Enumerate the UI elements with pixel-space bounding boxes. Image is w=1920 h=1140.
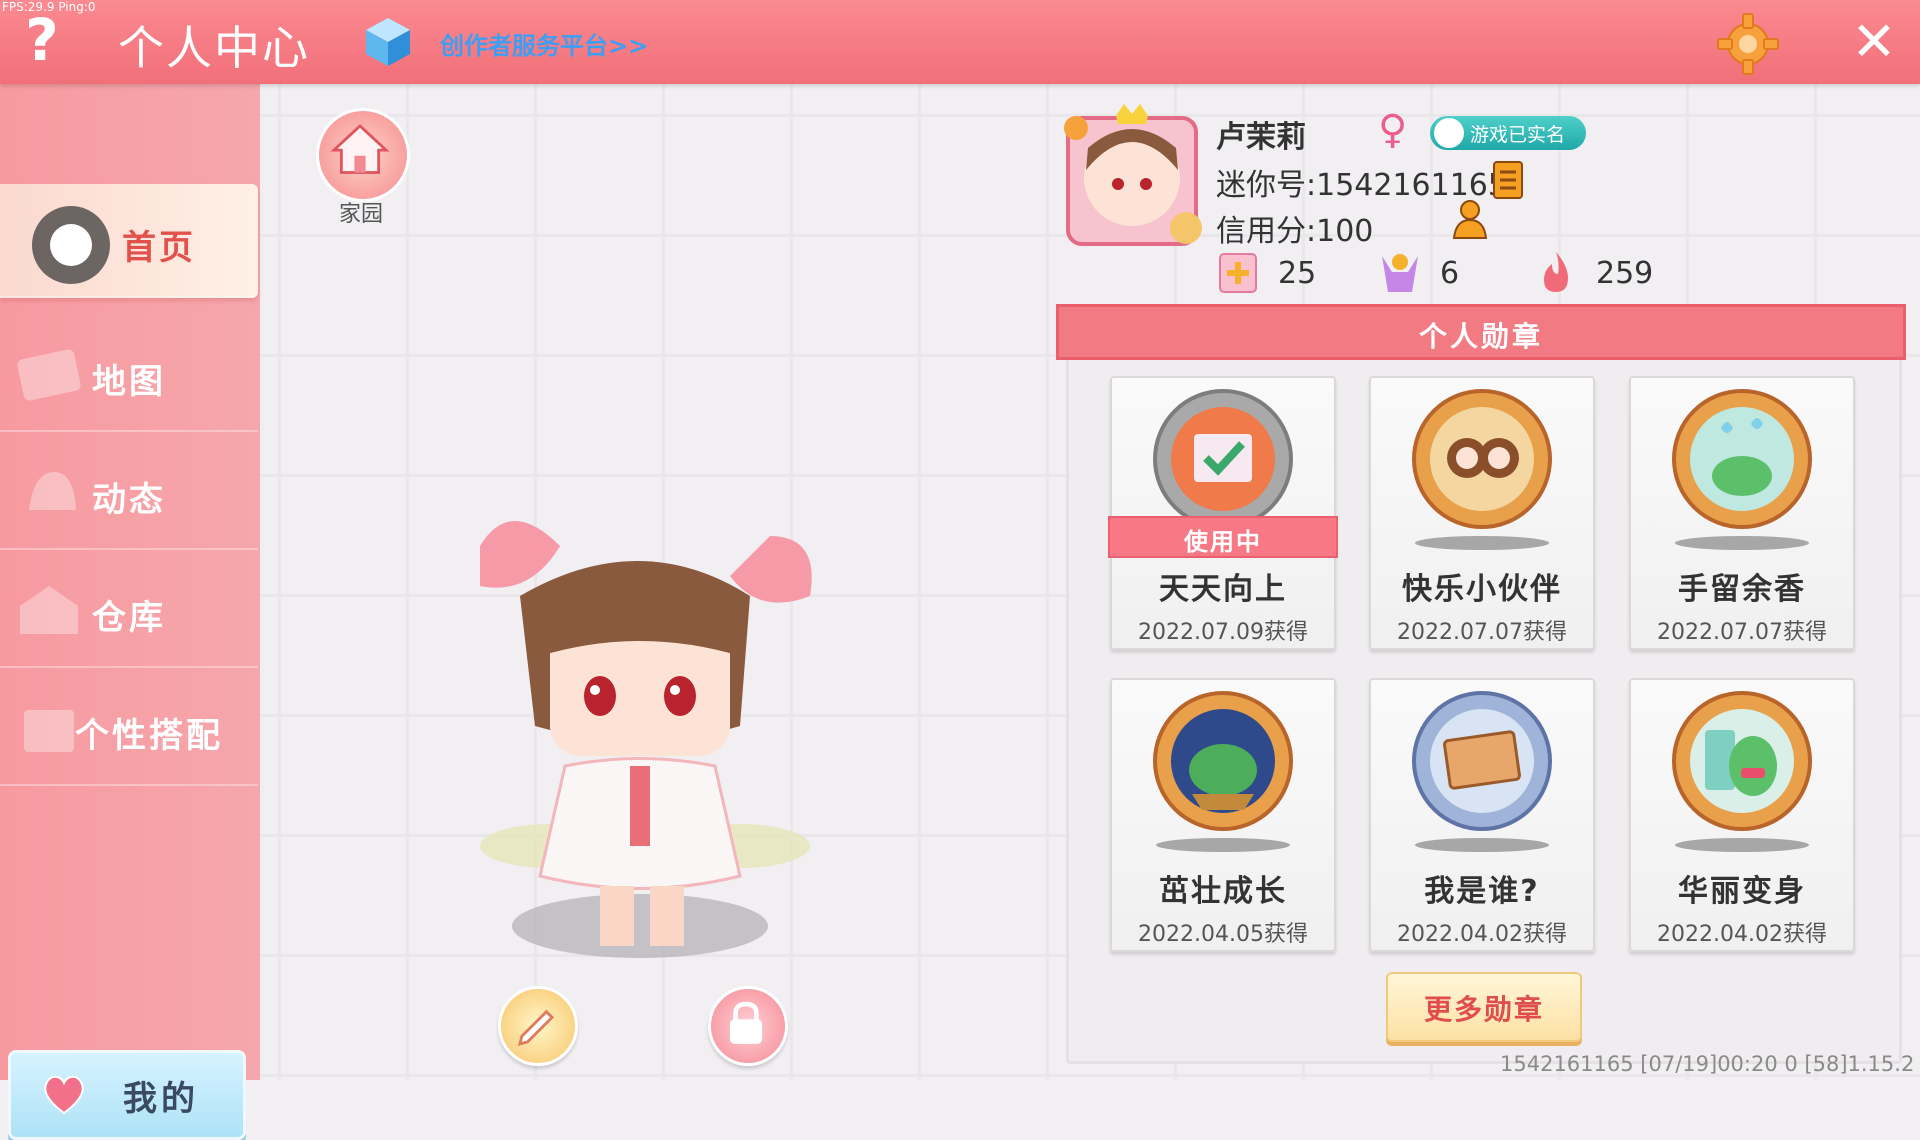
creator-cube-icon[interactable]	[364, 16, 412, 68]
home-button[interactable]	[316, 108, 410, 202]
badge-date: 2022.07.07获得	[1657, 620, 1827, 645]
popularity-value: 259	[1596, 256, 1654, 291]
sidebar-item-outfit[interactable]: 个性搭配	[0, 672, 258, 786]
touch-indicator	[32, 206, 110, 284]
fans-icon	[1382, 254, 1418, 292]
fragrance-medal-icon	[1672, 389, 1812, 529]
realname-badge: 游戏已实名	[1430, 116, 1586, 150]
creator-platform-link[interactable]: 创作者服务平台>>	[440, 26, 648, 61]
heart-icon	[44, 1075, 84, 1115]
growth-medal-icon	[1153, 691, 1293, 831]
mine-button-label: 我的	[123, 1079, 199, 1119]
badge-card-daily[interactable]: 使用中 天天向上 2022.07.09获得	[1108, 376, 1338, 650]
sidebar-item-map[interactable]: 地图	[0, 318, 258, 432]
badge-name: 快乐小伙伴	[1402, 572, 1562, 607]
lock-button[interactable]	[708, 986, 788, 1066]
badge-date: 2022.04.05获得	[1138, 922, 1308, 947]
more-badges-button[interactable]: 更多勋章	[1386, 972, 1582, 1042]
badge-card-who[interactable]: 我是谁? 2022.04.02获得	[1369, 678, 1595, 952]
fans-value: 6	[1440, 256, 1460, 291]
realname-badge-label: 游戏已实名	[1470, 124, 1566, 146]
house-icon	[330, 124, 390, 174]
medal-shadow	[1415, 838, 1549, 852]
top-bar: FPS:29.9 Ping:0 ? 个人中心 创作者服务平台>> ✕	[0, 0, 1920, 84]
add-friend-icon[interactable]	[1450, 198, 1494, 240]
player-name: 卢茉莉	[1216, 120, 1306, 155]
badge-name: 我是谁?	[1424, 874, 1540, 909]
edit-button[interactable]	[498, 986, 578, 1066]
badge-name: 茁壮成长	[1159, 874, 1287, 909]
badge-date: 2022.04.02获得	[1657, 922, 1827, 947]
badge-header: 个人勋章	[1056, 304, 1906, 360]
sidebar-item-label: 仓库	[92, 598, 166, 638]
avatar[interactable]	[1058, 104, 1206, 252]
female-icon: ♀	[1378, 107, 1408, 153]
copy-icon[interactable]	[1490, 160, 1526, 202]
player-character[interactable]	[440, 506, 860, 976]
pencil-icon	[517, 1009, 555, 1046]
medal-shadow	[1156, 838, 1290, 852]
who-am-i-medal-icon	[1412, 691, 1552, 831]
sidebar-item-label: 个性搭配	[75, 716, 223, 756]
daily-checkin-medal-icon	[1153, 389, 1293, 529]
like-card-icon	[1219, 253, 1257, 293]
footer-info: 1542161165 [07/19]00:20 0 [58]1.15.2	[1500, 1052, 1915, 1076]
in-use-tag: 使用中	[1108, 516, 1338, 558]
medal-shadow	[1675, 838, 1809, 852]
badge-card-friends[interactable]: 快乐小伙伴 2022.07.07获得	[1369, 376, 1595, 650]
badge-date: 2022.07.07获得	[1397, 620, 1567, 645]
sidebar-item-warehouse[interactable]: 仓库	[0, 554, 258, 668]
happy-friends-medal-icon	[1412, 389, 1552, 529]
badge-card-growth[interactable]: 茁壮成长 2022.04.05获得	[1110, 678, 1336, 952]
in-use-label: 使用中	[1184, 528, 1262, 556]
sidebar-item-label: 地图	[92, 362, 166, 402]
badge-name: 天天向上	[1159, 572, 1287, 607]
badge-name: 华丽变身	[1678, 874, 1806, 909]
home-label: 家园	[338, 202, 383, 227]
more-badges-label: 更多勋章	[1423, 993, 1544, 1026]
badge-header-title: 个人勋章	[1418, 320, 1543, 353]
sidebar-item-feed[interactable]: 动态	[0, 436, 258, 550]
badge-card-fragrance[interactable]: 手留余香 2022.07.07获得	[1629, 376, 1855, 650]
help-icon[interactable]: ?	[20, 8, 64, 72]
badge-name: 手留余香	[1678, 572, 1806, 607]
settings-gear-icon[interactable]	[1716, 12, 1780, 76]
verified-user-icon	[1434, 118, 1464, 148]
mine-button[interactable]: 我的	[8, 1050, 246, 1140]
credit-score: 信用分:100	[1216, 214, 1374, 249]
close-icon[interactable]: ✕	[1846, 14, 1902, 70]
medal-shadow	[1675, 536, 1809, 550]
badge-date: 2022.04.02获得	[1397, 922, 1567, 947]
sidebar-item-label: 动态	[92, 480, 166, 520]
badge-card-transform[interactable]: 华丽变身 2022.04.02获得	[1629, 678, 1855, 952]
medal-shadow	[1415, 536, 1549, 550]
badge-date: 2022.07.09获得	[1138, 620, 1308, 645]
transform-medal-icon	[1672, 691, 1812, 831]
flame-icon	[1544, 252, 1568, 292]
likes-value: 25	[1278, 256, 1317, 291]
page-title: 个人中心	[118, 21, 310, 75]
lock-icon	[729, 1001, 763, 1044]
